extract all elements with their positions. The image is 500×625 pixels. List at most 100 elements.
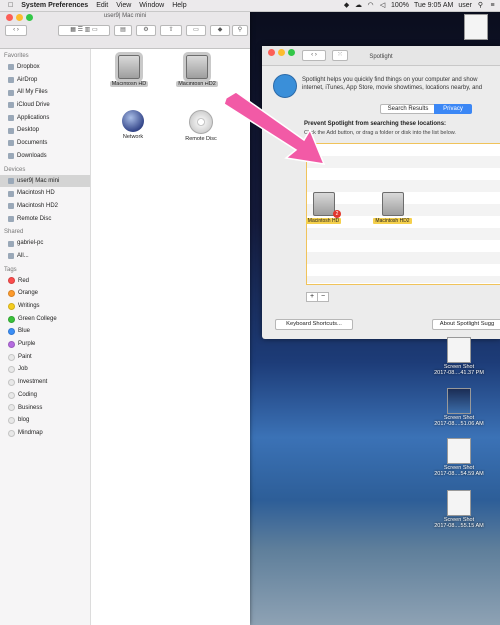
- sidebar-tag-item[interactable]: Paint: [0, 351, 90, 364]
- sidebar-tag-item[interactable]: Job: [0, 363, 90, 376]
- desktop-icon: [8, 127, 14, 134]
- sidebar-item-documents[interactable]: Documents: [0, 137, 90, 150]
- tag-label: Green College: [18, 315, 57, 322]
- privacy-location-list[interactable]: Macintosh HD 2 Macintosh HD2: [305, 143, 500, 285]
- sidebar-item-applications[interactable]: Applications: [0, 112, 90, 125]
- about-spotlight-suggestions-button[interactable]: About Spotlight Sugg: [432, 319, 500, 330]
- dropbox-status-icon[interactable]: ◆: [343, 2, 350, 9]
- menu-window[interactable]: Window: [139, 2, 164, 9]
- sidebar-item-all-my-files[interactable]: All My Files: [0, 86, 90, 99]
- sidebar-item-downloads[interactable]: Downloads: [0, 150, 90, 163]
- finder-window: user9| Mac mini ‹ › ▦ ☰ ▥ ▭ ▤ ⚙ ⇧ ▭ ◆ ⚲ …: [0, 11, 250, 625]
- menu-edit[interactable]: Edit: [96, 2, 108, 9]
- tag-color-dot-icon: [8, 340, 15, 348]
- apple-menu-icon[interactable]: : [8, 2, 13, 9]
- sidebar-tag-item[interactable]: Coding: [0, 389, 90, 402]
- hard-disk-icon: [381, 192, 404, 216]
- tag-label: Job: [18, 366, 28, 373]
- shared-header: Shared: [4, 229, 24, 236]
- sidebar-tag-item[interactable]: Writings: [0, 300, 90, 313]
- cloud-status-icon[interactable]: ☁: [355, 2, 362, 9]
- menu-help[interactable]: Help: [172, 2, 186, 9]
- wifi-icon[interactable]: ◠: [367, 2, 374, 9]
- annotation-arrow-icon: [223, 92, 326, 165]
- sidebar-tag-item[interactable]: Green College: [0, 313, 90, 326]
- tag-label: Business: [18, 404, 43, 411]
- favorites-header: Favorites: [4, 53, 29, 59]
- view-mode-buttons[interactable]: ▦ ☰ ▥ ▭: [58, 25, 110, 36]
- list-item-macintosh-hd[interactable]: Macintosh HD: [301, 192, 346, 224]
- remove-location-button[interactable]: −: [317, 292, 329, 302]
- dropbox-button[interactable]: ◆: [210, 25, 230, 36]
- spotlight-search-icon[interactable]: ⚲: [477, 2, 484, 9]
- desktop-screenshot-2[interactable]: Screen Shot 2017-08....51.06 AM: [431, 388, 487, 427]
- computer-icon: [8, 177, 14, 184]
- sidebar-tag-item[interactable]: Purple: [0, 338, 90, 351]
- tag-list: Red Orange Writings Green College Blue Purple…: [0, 275, 90, 440]
- tab-privacy[interactable]: Privacy: [434, 104, 472, 114]
- sidebar-tag-item[interactable]: blog: [0, 414, 90, 427]
- tag-color-dot-icon: [8, 315, 15, 323]
- tag-label: Investment: [18, 379, 48, 386]
- sidebar-item-icloud-drive[interactable]: iCloud Drive: [0, 99, 90, 112]
- sidebar-tag-item[interactable]: Orange: [0, 287, 90, 300]
- spotlight-description: Spotlight helps you quickly find things …: [302, 77, 483, 91]
- desktop-screenshot-3[interactable]: Screen Shot 2017-08....54.59 AM: [431, 438, 487, 477]
- menu-bar:  System Preferences Edit View Window He…: [0, 0, 500, 12]
- sidebar-item-macintosh-hd2[interactable]: Macintosh HD2: [0, 200, 90, 213]
- back-forward-buttons[interactable]: ‹ ›: [5, 25, 27, 36]
- menu-view[interactable]: View: [116, 2, 131, 9]
- tag-label: Red: [18, 277, 30, 284]
- disk-icon: [8, 190, 14, 197]
- tag-color-dot-icon: [8, 328, 15, 336]
- item-network[interactable]: Network: [108, 110, 158, 140]
- sidebar-tag-item[interactable]: Investment: [0, 376, 90, 389]
- sidebar-item-gabriel-pc[interactable]: gabriel-pc: [0, 237, 90, 250]
- sidebar-item-desktop[interactable]: Desktop: [0, 124, 90, 137]
- sidebar-tag-item[interactable]: Blue: [0, 325, 90, 338]
- tag-color-dot-icon: [8, 429, 15, 437]
- tag-color-dot-icon: [8, 391, 15, 399]
- disk-icon: [8, 203, 14, 210]
- tags-header: Tags: [4, 266, 17, 273]
- sidebar-item-dropbox[interactable]: Dropbox: [0, 61, 90, 74]
- volume-icon[interactable]: ◁: [379, 2, 386, 9]
- tab-search-results[interactable]: Search Results: [380, 104, 436, 114]
- sidebar-tag-item[interactable]: Red: [0, 275, 90, 288]
- screenshot-thumbnail-icon: [447, 388, 471, 414]
- sidebar-item-airdrop[interactable]: AirDrop: [0, 74, 90, 87]
- notification-center-icon[interactable]: ≡: [489, 2, 496, 9]
- sidebar-item-all-shared[interactable]: All...: [0, 250, 90, 263]
- battery-percent[interactable]: 100%: [391, 2, 409, 9]
- desktop-thumbnail-top[interactable]: [448, 14, 500, 41]
- app-menu[interactable]: System Preferences: [21, 2, 88, 9]
- window-title: Spotlight: [369, 54, 393, 60]
- tag-color-dot-icon: [8, 353, 15, 361]
- tag-label: Purple: [18, 341, 36, 348]
- sidebar-item-macintosh-hd[interactable]: Macintosh HD: [0, 187, 90, 200]
- item-remote-disc[interactable]: Remote Disc: [176, 110, 226, 142]
- tag-color-dot-icon: [8, 277, 15, 285]
- item-macintosh-hd[interactable]: Macintosh HD: [104, 52, 154, 87]
- action-gear-button[interactable]: ⚙: [136, 25, 156, 36]
- hard-disk-icon: [115, 52, 143, 82]
- files-icon: [8, 89, 14, 96]
- share-button[interactable]: ⇧: [160, 25, 182, 36]
- spotlight-titlebar: ‹ › ⁙ Spotlight: [262, 46, 500, 66]
- user-menu[interactable]: user: [458, 2, 472, 9]
- network-icon: [8, 253, 14, 260]
- search-button[interactable]: ⚲: [232, 25, 248, 36]
- list-item-macintosh-hd2[interactable]: Macintosh HD2: [370, 192, 415, 224]
- desktop-screenshot-1[interactable]: Screen Shot 2017-08....41.37 PM: [431, 337, 487, 376]
- sidebar-item-remote-disc[interactable]: Remote Disc: [0, 213, 90, 226]
- keyboard-shortcuts-button[interactable]: Keyboard Shortcuts...: [275, 319, 353, 330]
- sidebar-tag-item[interactable]: Mindmap: [0, 427, 90, 440]
- item-macintosh-hd2[interactable]: Macintosh HD2: [172, 52, 222, 87]
- desktop-screenshot-4[interactable]: Screen Shot 2017-08....55.15 AM: [431, 490, 487, 529]
- arrange-button[interactable]: ▤: [114, 25, 132, 36]
- sidebar-tag-item[interactable]: Business: [0, 402, 90, 415]
- tag-color-dot-icon: [8, 302, 15, 310]
- tags-button[interactable]: ▭: [186, 25, 206, 36]
- time-display[interactable]: Tue 9:05 AM: [414, 2, 453, 9]
- sidebar-item-mac-mini[interactable]: user9| Mac mini: [0, 174, 90, 188]
